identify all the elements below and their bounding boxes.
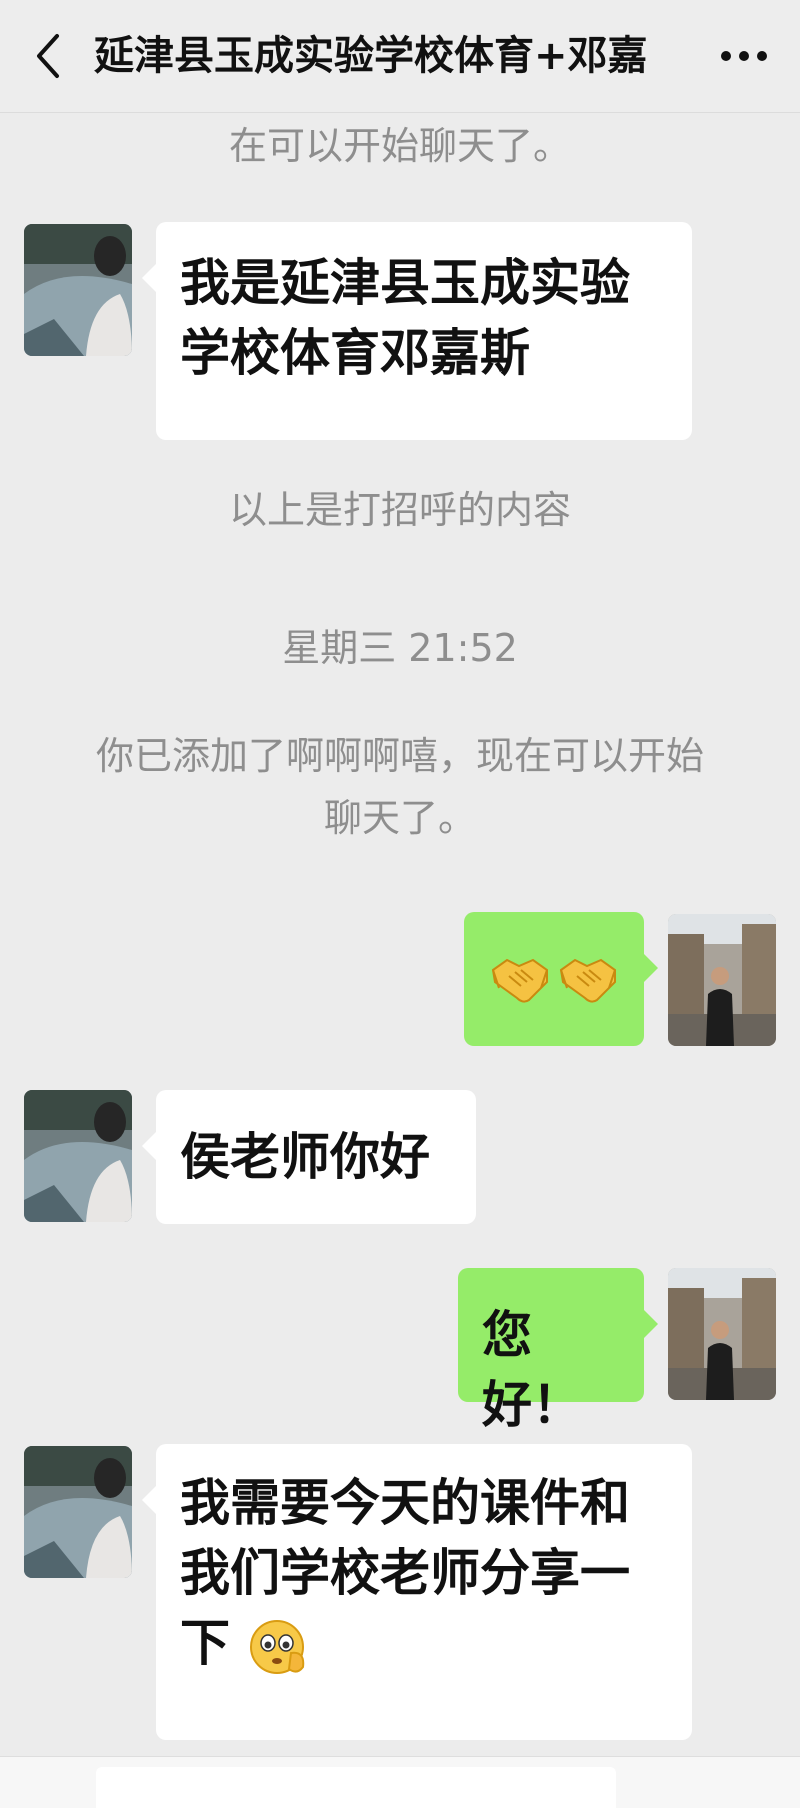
handshake-emoji	[491, 958, 548, 1003]
handshake-emoji	[559, 958, 616, 1003]
message-text-line: 我们学校老师分享一	[180, 1544, 630, 1602]
timestamp: 星期三 21:52	[282, 626, 518, 670]
message-bubble-received[interactable]: 侯老师你好	[142, 1090, 476, 1224]
contact-avatar-image	[24, 1090, 132, 1222]
my-avatar[interactable]	[668, 914, 776, 1046]
greeting-note: 以上是打招呼的内容	[228, 488, 571, 532]
system-message-added-line1: 你已添加了啊啊啊嘻，现在可以开始	[95, 734, 704, 778]
message-bubble-received[interactable]: 我需要今天的课件和 我们学校老师分享一 下	[142, 1444, 692, 1740]
chat-title: 延津县玉成实验学校体育+邓嘉	[94, 33, 648, 79]
message-text-line: 侯老师你好	[180, 1128, 430, 1186]
message-text-line: 您好！	[482, 1306, 582, 1434]
input-bar	[0, 1756, 800, 1808]
chat-header: 延津县玉成实验学校体育+邓嘉	[0, 0, 800, 113]
contact-avatar[interactable]	[24, 1446, 132, 1578]
my-avatar-image	[668, 914, 776, 1046]
system-message-partial: 在可以开始聊天了。	[228, 124, 571, 168]
message-text-line: 下	[180, 1614, 230, 1672]
my-avatar[interactable]	[668, 1268, 776, 1400]
pleading-face-hand-emoji	[250, 1619, 305, 1674]
contact-avatar-image	[24, 1446, 132, 1578]
message-input[interactable]	[96, 1767, 616, 1808]
more-options-button[interactable]	[716, 26, 772, 86]
my-avatar-image	[668, 1268, 776, 1400]
contact-avatar[interactable]	[24, 1090, 132, 1222]
message-bubble-sent[interactable]	[464, 912, 658, 1046]
contact-avatar-image	[24, 224, 132, 356]
contact-avatar[interactable]	[24, 224, 132, 356]
message-text-line: 我需要今天的课件和	[180, 1474, 630, 1532]
more-dots-icon	[721, 51, 767, 61]
message-text-line: 学校体育邓嘉斯	[180, 324, 530, 382]
message-bubble-sent[interactable]: 您好！	[458, 1268, 658, 1434]
back-button[interactable]	[28, 26, 68, 86]
system-message-added-line2: 聊天了。	[323, 796, 476, 840]
message-text-line: 我是延津县玉成实验	[180, 254, 630, 312]
chevron-left-icon	[37, 34, 59, 78]
message-bubble-received[interactable]: 我是延津县玉成实验 学校体育邓嘉斯	[142, 222, 692, 440]
